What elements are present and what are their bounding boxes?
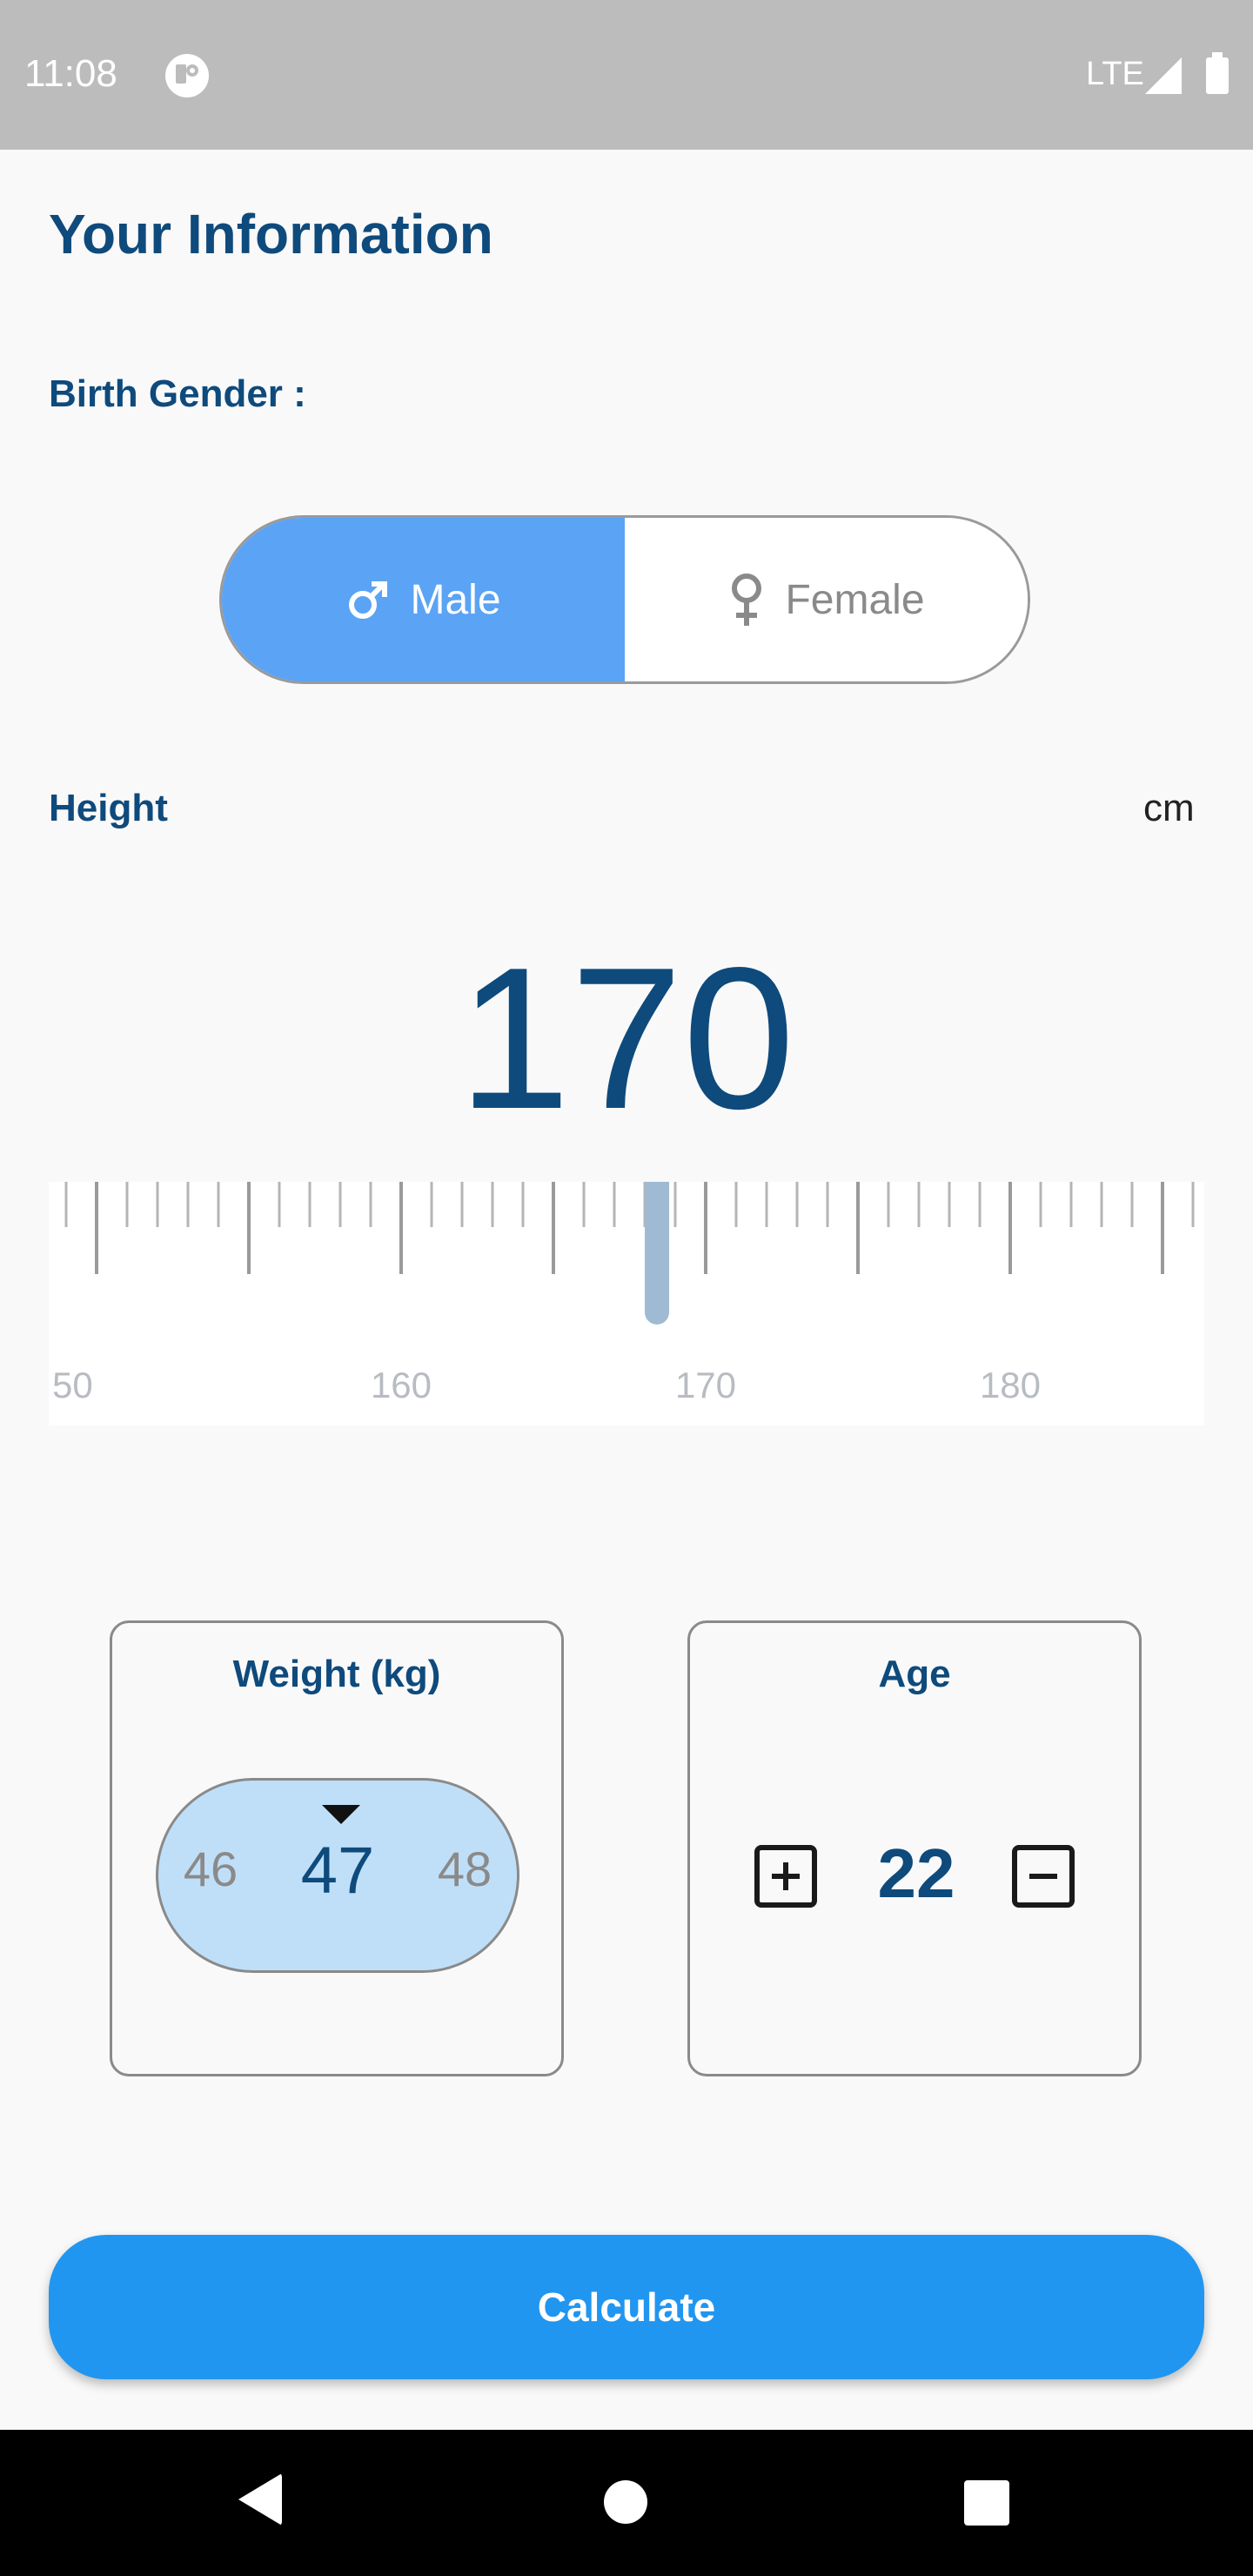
age-value: 22: [877, 1835, 955, 1912]
app-notification-icon: [165, 54, 209, 97]
calculate-button[interactable]: Calculate: [49, 2235, 1204, 2379]
weight-next-value[interactable]: 48: [421, 1845, 508, 1894]
ruler-tick-label: 170: [675, 1365, 736, 1405]
ruler-indicator[interactable]: [645, 1182, 669, 1325]
gender-option-female[interactable]: Female: [625, 518, 1028, 681]
ruler-tick-label: 180: [980, 1365, 1041, 1405]
back-icon[interactable]: [238, 2473, 282, 2526]
weight-picker[interactable]: 46 47 48: [156, 1778, 519, 1973]
height-label: Height: [49, 787, 168, 829]
network-type: LTE: [1086, 56, 1144, 92]
gender-toggle: Male Female: [219, 515, 1030, 684]
height-ruler[interactable]: 50 160 170 180: [49, 1182, 1204, 1426]
weight-current-value: 47: [300, 1834, 375, 1908]
ruler-scale[interactable]: 50 160 170 180: [49, 1182, 1204, 1426]
female-symbol-icon: [727, 572, 766, 627]
birth-gender-label: Birth Gender :: [49, 372, 306, 415]
signal-icon: [1145, 57, 1182, 94]
status-time: 11:08: [24, 52, 117, 95]
home-icon[interactable]: [604, 2480, 647, 2524]
navigation-bar: [0, 2430, 1253, 2576]
height-value: 170: [458, 926, 795, 1151]
gender-option-label: Male: [410, 576, 501, 623]
battery-icon: [1206, 52, 1229, 94]
gender-option-male[interactable]: Male: [222, 518, 625, 681]
weight-previous-value[interactable]: 46: [167, 1845, 254, 1894]
age-label: Age: [878, 1653, 951, 1695]
male-symbol-icon: [345, 577, 391, 622]
recents-icon[interactable]: [964, 2480, 1009, 2526]
ruler-tick-label: 160: [371, 1365, 432, 1405]
weight-label: Weight (kg): [232, 1653, 441, 1695]
ruler-tick-label: 50: [52, 1365, 93, 1405]
page-title: Your Information: [49, 203, 493, 265]
weight-card: Weight (kg) 46 47 48: [110, 1620, 564, 2076]
minus-box-icon[interactable]: [1012, 1845, 1075, 1908]
gender-option-label: Female: [785, 576, 925, 623]
plus-box-icon[interactable]: [754, 1845, 817, 1908]
caret-down-icon: [322, 1805, 360, 1824]
age-card: Age 22: [687, 1620, 1142, 2076]
status-bar: 11:08 LTE: [0, 0, 1253, 150]
height-unit: cm: [1143, 787, 1195, 829]
